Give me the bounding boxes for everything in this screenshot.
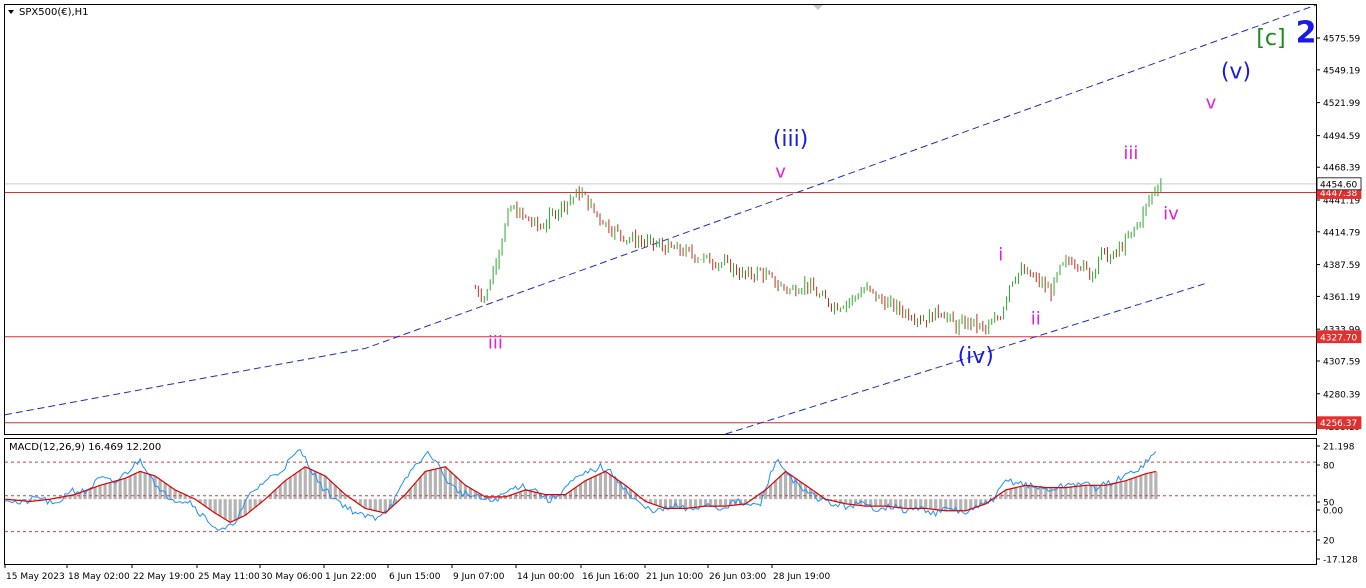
price-tick-label: 4307.59	[1323, 357, 1360, 367]
price-tick-label: 4387.59	[1323, 261, 1360, 271]
chart-window: 4575.594549.194521.994494.594468.394441.…	[4, 4, 1362, 582]
price-tick-label: 4280.39	[1323, 390, 1360, 400]
macd-label: MACD(12,26,9) 16.469 12.200	[9, 442, 161, 453]
price-panel-frame	[4, 4, 1317, 435]
wave-label: (v)	[1221, 60, 1251, 85]
time-tick-label: 9 Jun 07:00	[453, 572, 505, 582]
time-tick-label: 6 Jun 15:00	[389, 572, 441, 582]
time-tick-label: 1 Jun 22:00	[325, 572, 377, 582]
macd-tick-label: -17.128	[1323, 556, 1358, 566]
price-tick-label: 4521.99	[1323, 99, 1360, 109]
wave-label: iv	[1163, 204, 1179, 225]
price-level-label: 4256.37	[1320, 419, 1357, 429]
time-tick-label: 15 May 2023	[6, 572, 65, 582]
wave-label: 2	[1296, 15, 1317, 50]
time-tick-label: 21 Jun 10:00	[646, 572, 703, 582]
price-level-label: 4454.60	[1320, 180, 1357, 190]
price-tick-label: 4361.19	[1323, 293, 1360, 303]
time-tick-label: 28 Jun 19:00	[773, 572, 830, 582]
time-tick-label: 30 May 06:00	[261, 572, 323, 582]
wave-label: v	[1206, 93, 1217, 114]
macd-tick-label: 21.198	[1323, 443, 1355, 453]
macd-tick-label: 0.00	[1323, 507, 1343, 517]
wave-label: iii	[1123, 143, 1138, 164]
macd-tick-label: 20	[1323, 537, 1335, 547]
wave-label: (iv)	[958, 344, 994, 369]
time-tick-label: 16 Jun 16:00	[582, 572, 639, 582]
price-level-label: 4327.70	[1320, 333, 1357, 343]
wave-label: [c]	[1256, 26, 1285, 51]
symbol-title: SPX500(€),H1	[19, 7, 89, 18]
wave-label: v	[775, 161, 786, 182]
price-tick-label: 4575.59	[1323, 35, 1360, 45]
time-tick-label: 14 Jun 00:00	[517, 572, 574, 582]
price-tick-label: 4549.19	[1323, 66, 1360, 76]
price-tick-label: 4494.59	[1323, 132, 1360, 142]
price-tick-label: 4414.79	[1323, 228, 1360, 238]
time-tick-label: 18 May 02:00	[68, 572, 130, 582]
time-axis: 15 May 2023 18 May 02:00 22 May 19:00 25 Ma…	[4, 564, 830, 582]
wave-label: i	[998, 244, 1003, 265]
time-tick-label: 26 Jun 03:00	[709, 572, 766, 582]
price-tick-label: 4468.39	[1323, 164, 1360, 174]
wave-label: ii	[1031, 308, 1041, 329]
wave-label: (iii)	[773, 127, 809, 152]
macd-axis-ticks: 21.19880500.0020-17.128	[1316, 443, 1358, 566]
price-axis-ticks: 4575.594549.194521.994494.594468.394441.…	[1316, 35, 1360, 433]
time-tick-label: 22 May 19:00	[133, 572, 195, 582]
time-tick-label: 25 May 11:00	[198, 572, 260, 582]
macd-tick-label: 80	[1323, 462, 1335, 472]
wave-label: iii	[488, 332, 503, 353]
price-level-label: 4447.38	[1320, 189, 1357, 199]
